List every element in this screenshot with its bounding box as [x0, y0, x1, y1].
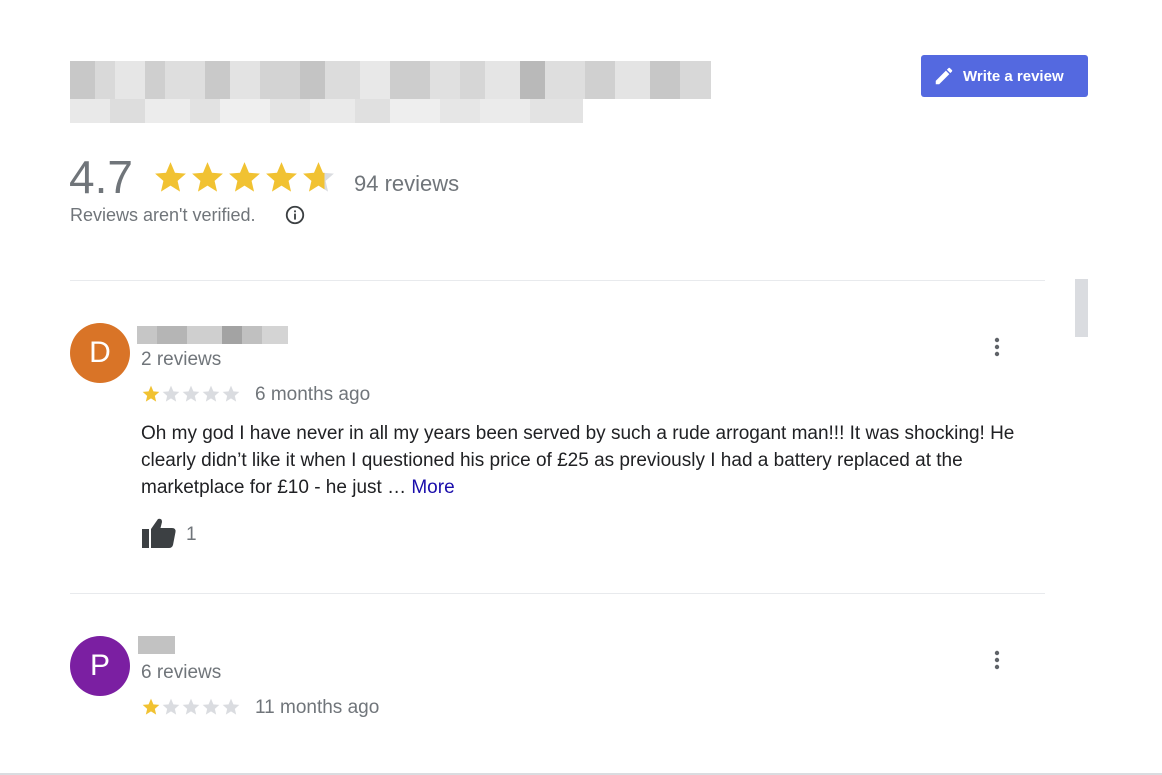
star-filled-icon	[266, 162, 297, 192]
reviews-page: Write a review 4.7 94 reviews Reviews ar…	[0, 0, 1162, 775]
review-time: 6 months ago	[255, 384, 371, 405]
like-count: 1	[186, 524, 197, 545]
star-empty-icon	[162, 698, 180, 715]
reviewer-avatar[interactable]: D	[70, 323, 130, 383]
star-empty-icon	[182, 698, 200, 715]
thumbs-up-icon[interactable]	[141, 517, 177, 549]
info-icon[interactable]	[284, 204, 306, 226]
reviewer-avatar[interactable]: P	[70, 636, 130, 696]
reviewer-stats: 2 reviews	[141, 349, 222, 370]
star-filled-icon	[142, 385, 160, 402]
redacted-reviewer-name[interactable]	[138, 636, 175, 654]
write-review-label: Write a review	[963, 67, 1064, 85]
star-half-icon	[303, 162, 334, 192]
star-empty-icon	[182, 385, 200, 402]
star-empty-icon	[202, 698, 220, 715]
verified-note: Reviews aren't verified.	[70, 205, 256, 225]
scrollbar-thumb[interactable]	[1075, 279, 1088, 337]
redacted-business-name	[70, 61, 716, 99]
redacted-reviewer-name[interactable]	[137, 326, 288, 344]
review-text: Oh my god I have never in all my years b…	[141, 420, 1051, 501]
write-review-button[interactable]: Write a review	[921, 55, 1088, 97]
avatar-letter: D	[89, 336, 111, 369]
pencil-icon	[935, 67, 953, 85]
review-star-rating	[141, 697, 241, 717]
total-review-count[interactable]: 94 reviews	[354, 171, 459, 197]
average-rating: 4.7	[69, 151, 133, 203]
star-empty-icon	[162, 385, 180, 402]
divider	[70, 593, 1045, 594]
more-options-icon[interactable]	[985, 648, 1009, 672]
review-body: Oh my god I have never in all my years b…	[141, 423, 1015, 498]
avatar-letter: P	[89, 649, 110, 682]
star-filled-icon	[155, 162, 186, 192]
review-time: 11 months ago	[255, 697, 380, 718]
review-star-rating	[141, 384, 241, 404]
star-filled-icon	[229, 162, 260, 192]
star-filled-icon	[142, 698, 160, 715]
star-empty-icon	[202, 385, 220, 402]
star-empty-icon	[222, 385, 240, 402]
star-filled-icon	[192, 162, 223, 192]
average-rating-stars	[152, 159, 337, 196]
more-options-icon[interactable]	[985, 335, 1009, 359]
divider	[70, 280, 1045, 281]
reviewer-stats: 6 reviews	[141, 662, 222, 683]
star-empty-icon	[222, 698, 240, 715]
redacted-business-address	[70, 99, 583, 123]
review-more-link[interactable]: More	[411, 477, 454, 498]
